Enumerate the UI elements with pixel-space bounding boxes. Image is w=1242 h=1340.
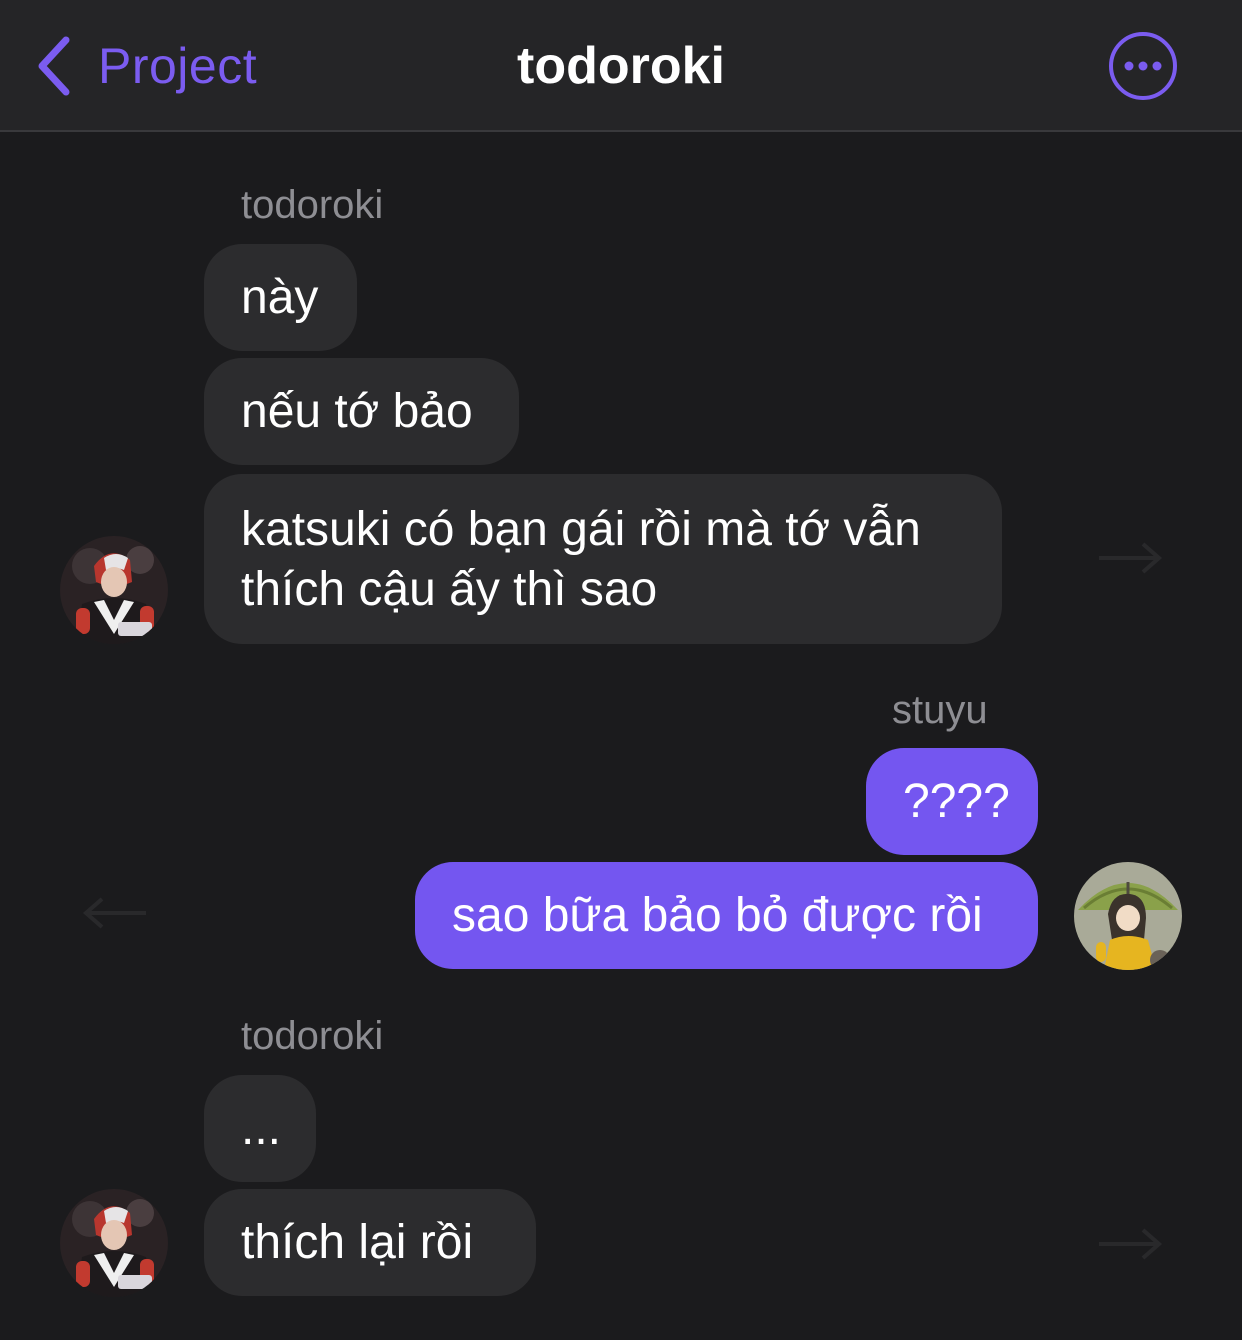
sender-name: todoroki bbox=[241, 1014, 384, 1058]
message-text: ... bbox=[241, 1102, 282, 1155]
message-bubble[interactable]: ... bbox=[204, 1075, 316, 1182]
message-text-line: thích cậu ấy thì sao bbox=[241, 563, 658, 616]
message-text-line: katsuki có bạn gái rồi mà tớ vẫn bbox=[241, 503, 921, 556]
reply-arrow-icon bbox=[1095, 1226, 1165, 1267]
message-text: ???? bbox=[903, 775, 1010, 828]
reply-arrow-icon bbox=[80, 895, 150, 936]
back-label: Project bbox=[98, 38, 258, 94]
message-text: này bbox=[241, 271, 319, 324]
message-text: thích lại rồi bbox=[241, 1216, 474, 1269]
avatar[interactable] bbox=[60, 536, 168, 644]
message-bubble[interactable]: này bbox=[204, 244, 357, 351]
navigation-bar: Project todoroki bbox=[0, 0, 1242, 132]
message-bubble-outgoing[interactable]: sao bữa bảo bỏ được rồi bbox=[415, 862, 1038, 969]
ellipsis-circle-icon bbox=[1108, 32, 1178, 105]
message-bubble[interactable]: katsuki có bạn gái rồi mà tớ vẫn thích c… bbox=[204, 474, 1002, 644]
avatar[interactable] bbox=[1074, 862, 1182, 970]
message-bubble[interactable]: nếu tớ bảo bbox=[204, 358, 519, 465]
avatar[interactable] bbox=[60, 1189, 168, 1297]
message-bubble[interactable]: thích lại rồi bbox=[204, 1189, 536, 1296]
message-text: sao bữa bảo bỏ được rồi bbox=[452, 889, 983, 942]
message-text: nếu tớ bảo bbox=[241, 385, 473, 438]
more-options-button[interactable] bbox=[1108, 31, 1178, 101]
sender-name: stuyu bbox=[892, 688, 988, 732]
back-button[interactable]: Project bbox=[36, 30, 257, 102]
chevron-left-icon bbox=[36, 36, 72, 96]
message-bubble-outgoing[interactable]: ???? bbox=[866, 748, 1038, 855]
sender-name: todoroki bbox=[241, 183, 384, 227]
chat-screen: Project todoroki todoroki này nếu tớ bảo… bbox=[0, 0, 1242, 1340]
reply-arrow-icon bbox=[1095, 540, 1165, 581]
